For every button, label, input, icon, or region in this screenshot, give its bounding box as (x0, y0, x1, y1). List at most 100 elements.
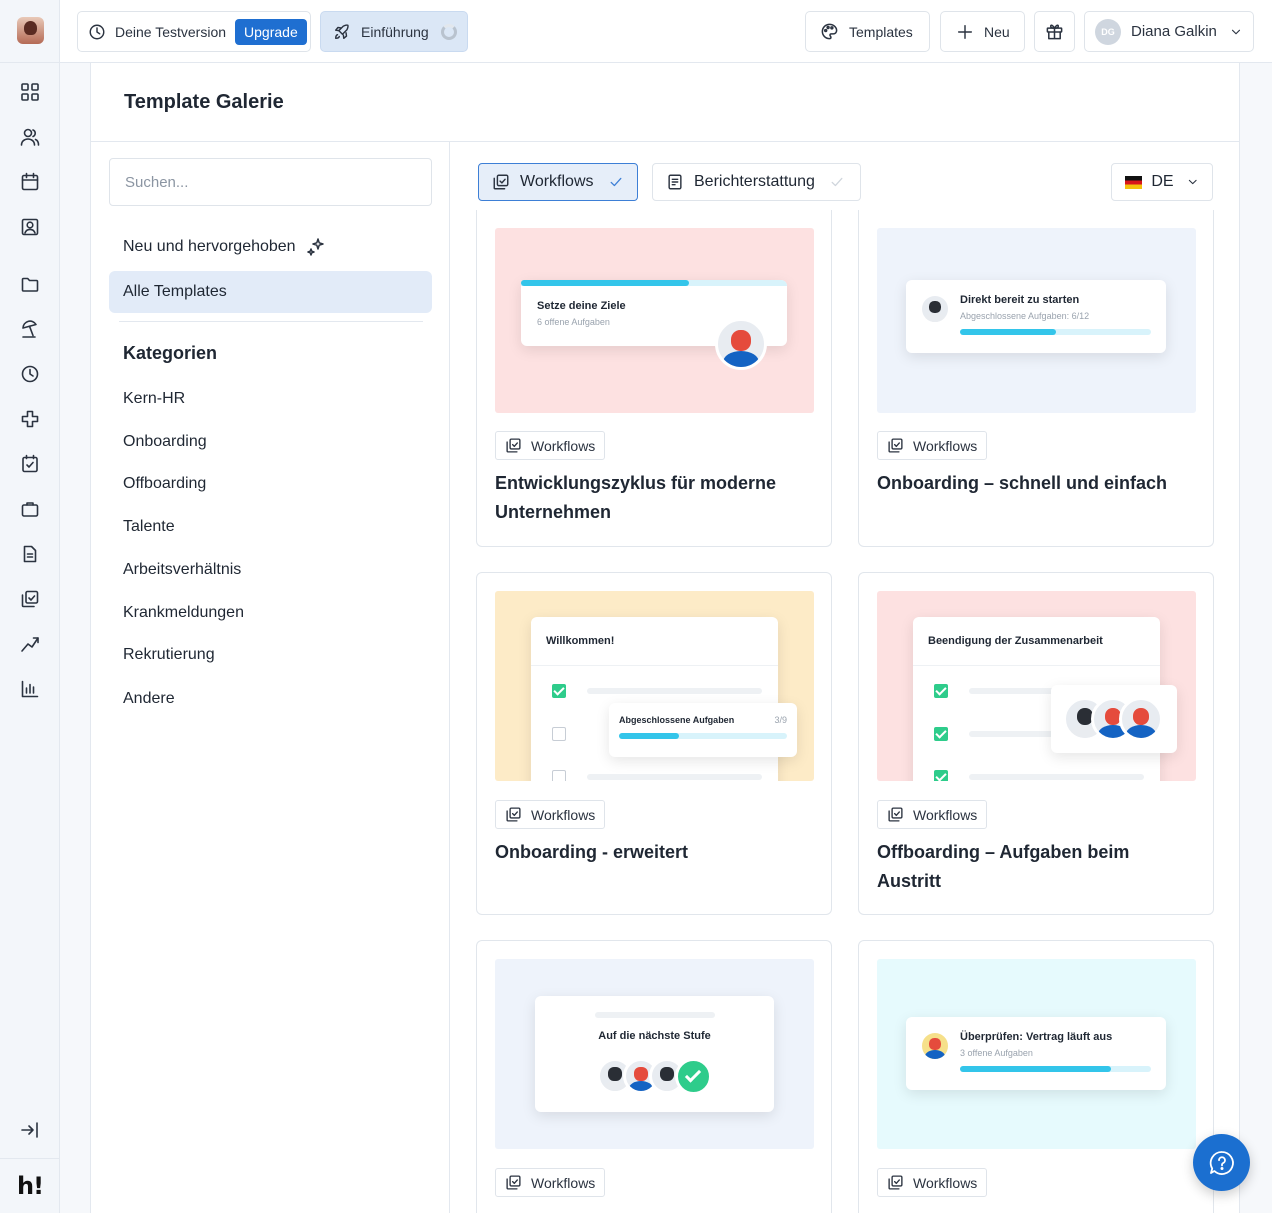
user-initials-avatar: DG (1095, 18, 1121, 45)
template-preview: Setze deine Ziele 6 offene Aufgaben (495, 228, 814, 413)
sidebar-item-all-templates[interactable]: Alle Templates (109, 271, 432, 313)
preview-subtitle: 3 offene Aufgaben (960, 1048, 1033, 1058)
reports-bar-chart-icon[interactable] (20, 679, 40, 699)
tag-label: Workflows (531, 437, 596, 454)
chevron-down-icon (1231, 29, 1240, 34)
document-icon[interactable] (20, 544, 40, 564)
templates-label: Templates (849, 23, 913, 40)
filter-label: Berichterstattung (694, 173, 815, 190)
rocket-icon (334, 23, 349, 39)
sidebar-divider (449, 142, 450, 1213)
workflows-tag: Workflows (495, 431, 606, 460)
filter-reporting[interactable]: Berichterstattung (652, 163, 861, 201)
template-preview: Auf die nächste Stufe (495, 959, 814, 1149)
workflows-icon (888, 438, 903, 453)
tag-label: Workflows (531, 1174, 596, 1191)
chevron-down-icon (1188, 179, 1197, 185)
preview-progress-fill (960, 1066, 1111, 1072)
briefcase-icon[interactable] (20, 499, 40, 519)
checked-box-icon (552, 684, 566, 698)
workflows-tag: Workflows (877, 800, 988, 829)
preview-progress-fill (521, 280, 689, 286)
workflows-tag: Workflows (877, 431, 988, 460)
search-input[interactable] (109, 158, 432, 206)
new-button[interactable]: Neu (940, 11, 1025, 52)
template-card[interactable]: Auf die nächste Stufe Workflows (476, 940, 832, 1213)
template-preview: Willkommen! Abgeschlossene Aufgaben 3/9 (495, 591, 814, 781)
template-preview: Beendigung der Zusammenarbeit (877, 591, 1196, 781)
clock-icon (89, 24, 105, 39)
employee-avatar (920, 294, 950, 324)
category-andere[interactable]: Andere (123, 690, 175, 708)
trial-label: Deine Testversion (115, 23, 227, 40)
people-icon[interactable] (20, 127, 40, 147)
category-rekrutierung[interactable]: Rekrutierung (123, 646, 215, 664)
preview-progress-fill (960, 329, 1056, 335)
category-krankmeldungen[interactable]: Krankmeldungen (123, 604, 244, 622)
category-arbeitsverhaeltnis[interactable]: Arbeitsverhältnis (123, 561, 241, 579)
workflows-icon (506, 438, 521, 453)
rail-divider (0, 62, 60, 63)
preview-subtitle: Abgeschlossene Aufgaben (619, 715, 735, 725)
preview-card: Direkt bereit zu starten Abgeschlossene … (906, 280, 1166, 353)
intro-button[interactable]: Einführung (320, 11, 468, 52)
tag-label: Workflows (913, 1174, 978, 1191)
beach-umbrella-icon[interactable] (20, 319, 40, 339)
page-title: Template Galerie (124, 91, 284, 113)
tag-label: Workflows (913, 437, 978, 454)
workflows-icon (493, 174, 509, 190)
template-preview: Überprüfen: Vertrag läuft aus 3 offene A… (877, 959, 1196, 1149)
filter-workflows[interactable]: Workflows (478, 163, 638, 201)
preview-title: Setze deine Ziele (537, 300, 626, 312)
health-cross-icon[interactable] (20, 409, 40, 429)
language-select[interactable]: DE (1111, 163, 1213, 201)
template-card[interactable]: Überprüfen: Vertrag läuft aus 3 offene A… (858, 940, 1214, 1213)
preview-title: Willkommen! (546, 635, 615, 647)
top-bar: Deine Testversion Upgrade Einführung Tem… (60, 0, 1272, 63)
category-onboarding[interactable]: Onboarding (123, 433, 207, 451)
humanity-logo[interactable]: h! (17, 1172, 44, 1200)
template-preview: Direkt bereit zu starten Abgeschlossene … (877, 228, 1196, 413)
checkmark-icon (610, 177, 621, 187)
workflows-icon (506, 1175, 521, 1190)
category-talente[interactable]: Talente (123, 518, 175, 536)
category-kern-hr[interactable]: Kern-HR (123, 390, 185, 408)
unchecked-box-icon (552, 770, 566, 781)
preview-title: Überprüfen: Vertrag läuft aus (960, 1031, 1113, 1043)
gift-icon (1046, 24, 1063, 40)
templates-button[interactable]: Templates (805, 11, 930, 52)
dashboard-icon[interactable] (20, 82, 40, 102)
help-chat-button[interactable] (1193, 1134, 1250, 1191)
employee-avatar (1119, 697, 1163, 741)
folder-icon[interactable] (20, 274, 40, 294)
gift-button[interactable] (1034, 11, 1075, 52)
employee-avatar (715, 318, 767, 370)
task-checklist-icon[interactable] (20, 454, 40, 474)
workflows-icon (888, 807, 903, 822)
user-menu-button[interactable]: DG Diana Galkin (1084, 11, 1254, 52)
template-card[interactable]: Direkt bereit zu starten Abgeschlossene … (858, 210, 1214, 547)
sidebar-item-label: Alle Templates (123, 283, 227, 300)
new-label: Neu (984, 23, 1010, 40)
palette-icon (821, 23, 838, 40)
header-divider (91, 141, 1240, 142)
category-offboarding[interactable]: Offboarding (123, 475, 206, 493)
template-title: Onboarding – schnell und einfach (877, 473, 1168, 493)
template-card[interactable]: Setze deine Ziele 6 offene Aufgaben Work… (476, 210, 832, 547)
sidebar-item-featured[interactable]: Neu und hervorgehoben (109, 226, 432, 268)
workflows-icon[interactable] (20, 589, 40, 609)
expand-sidebar-icon[interactable] (20, 1120, 40, 1140)
user-avatar[interactable] (17, 17, 44, 44)
calendar-icon[interactable] (20, 172, 40, 192)
sidebar-divider-line (119, 321, 423, 322)
template-card[interactable]: Beendigung der Zusammenarbeit Workflows … (858, 572, 1214, 915)
trial-status-button[interactable]: Deine Testversion Upgrade (77, 11, 311, 52)
template-card[interactable]: Willkommen! Abgeschlossene Aufgaben 3/9 … (476, 572, 832, 915)
upgrade-button[interactable]: Upgrade (235, 18, 307, 45)
workflows-tag: Workflows (495, 800, 606, 829)
checked-box-icon (934, 727, 948, 741)
performance-chart-icon[interactable] (20, 634, 40, 654)
profile-card-icon[interactable] (20, 217, 40, 237)
preview-progress-fill (619, 733, 680, 739)
clock-icon[interactable] (20, 364, 40, 384)
